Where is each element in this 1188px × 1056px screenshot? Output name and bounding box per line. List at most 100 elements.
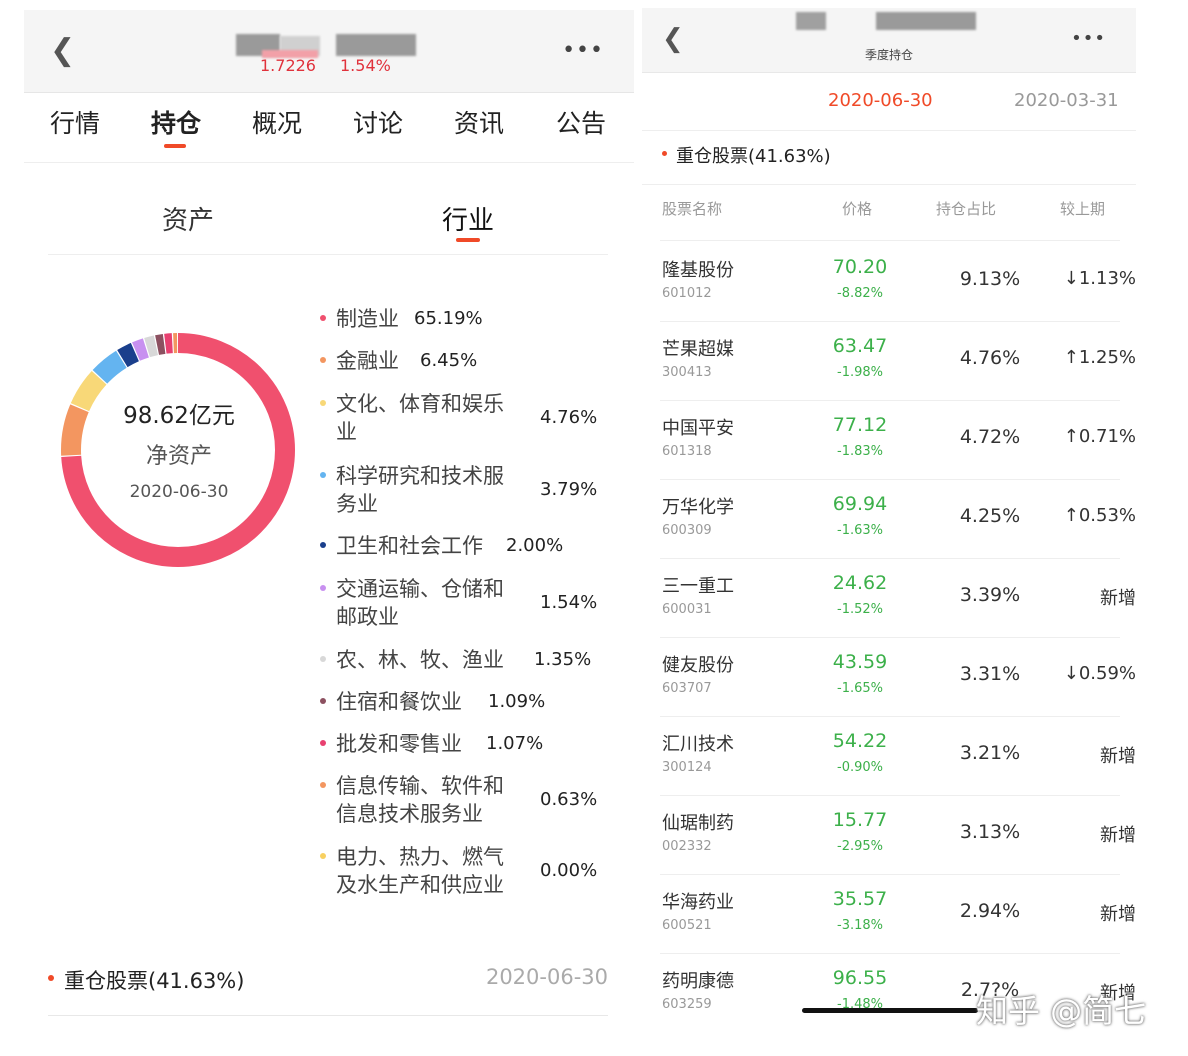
legend-item: 农、林、牧、渔业 1.35% [320, 646, 610, 676]
stock-name: 华海药业 [662, 892, 734, 913]
legend-percentage: 1.07% [486, 733, 544, 754]
fund-nav-value: 1.7226 [260, 56, 316, 75]
table-row[interactable]: 隆基股份 601012 70.20 -8.82% 9.13% ↓1.13% [660, 242, 1136, 322]
holding-ratio: 3.13% [959, 821, 1021, 843]
stock-price: 70.20 [832, 256, 888, 278]
heavy-stocks-header[interactable]: 重仓股票(41.63%) 2020-06-30 [48, 965, 608, 1016]
stock-change: -3.18% [837, 918, 883, 933]
table-row[interactable]: 芒果超媒 300413 63.47 -1.98% 4.76% ↑1.25% [660, 321, 1136, 401]
change-vs-previous: ↑0.53% [1063, 505, 1136, 526]
home-indicator [802, 1008, 978, 1013]
stock-price: 24.62 [832, 572, 888, 594]
column-vs-previous[interactable]: 较上期 [1060, 198, 1105, 219]
table-row[interactable]: 仙琚制药 002332 15.77 -2.95% 3.13% 新增 [660, 795, 1136, 875]
legend-item: 科学研究和技术服 务业 3.79% [320, 462, 610, 520]
legend-color-dot [320, 782, 326, 788]
legend-industry-name: 批发和零售业 [336, 732, 462, 756]
legend-percentage: 4.76% [540, 407, 598, 428]
tab-market[interactable]: 行情 [50, 104, 100, 140]
stock-code: 300124 [662, 760, 712, 775]
column-holding-ratio[interactable]: 持仓占比 [936, 198, 996, 219]
holding-ratio: 2.94% [959, 900, 1021, 922]
change-vs-previous: ↑0.71% [1063, 426, 1136, 447]
watermark: 知乎 @简七 [976, 992, 1147, 1030]
stock-name: 万华化学 [662, 497, 734, 518]
fund-industry-panel: ❮ 1.7226 1.54% ••• 行情 持仓 概况 讨论 资讯 公告 资产 … [24, 10, 634, 1050]
date-tab-active[interactable]: 2020-06-30 [828, 90, 933, 111]
legend-industry-name: 农、林、牧、渔业 [336, 648, 504, 672]
holding-ratio: 4.25% [959, 505, 1021, 527]
column-price[interactable]: 价格 [842, 198, 872, 219]
tab-announcements[interactable]: 公告 [556, 104, 606, 140]
stock-name: 健友股份 [662, 655, 734, 676]
legend-percentage: 1.09% [488, 691, 546, 712]
change-vs-previous: ↑1.25% [1063, 347, 1136, 368]
heavy-stocks-date: 2020-06-30 [485, 965, 608, 989]
change-vs-previous: 新增 [1100, 825, 1136, 846]
net-asset-label: 净资产 [145, 444, 212, 469]
legend-color-dot [320, 698, 326, 704]
back-chevron-icon[interactable]: ❮ [50, 36, 75, 66]
legend-name-line: 及水生产和供应业 [336, 873, 504, 897]
stock-price: 54.22 [832, 730, 888, 752]
legend-industry-name: 住宿和餐饮业 [336, 690, 462, 714]
legend-name-line: 信息技术服务业 [336, 802, 483, 826]
table-row[interactable]: 三一重工 600031 24.62 -1.52% 3.39% 新增 [660, 558, 1136, 638]
column-stock-name[interactable]: 股票名称 [662, 198, 722, 219]
tab-news[interactable]: 资讯 [454, 104, 504, 140]
blurred-fund-name [796, 12, 826, 30]
legend-name-line: 文化、体育和娱乐 [336, 392, 504, 416]
stock-code: 600521 [662, 918, 712, 933]
stock-code: 600309 [662, 523, 712, 538]
stock-name: 药明康德 [662, 971, 734, 992]
table-row[interactable]: 中国平安 601318 77.12 -1.83% 4.72% ↑0.71% [660, 400, 1136, 480]
subtab-assets[interactable]: 资产 [162, 200, 214, 237]
holding-ratio: 3.21% [959, 742, 1021, 764]
legend-percentage: 2.00% [506, 535, 564, 556]
legend-color-dot [320, 656, 326, 662]
legend-item: 制造业 65.19% [320, 305, 610, 335]
stock-price: 69.94 [832, 493, 888, 515]
more-options-icon[interactable]: ••• [562, 38, 604, 63]
legend-item: 批发和零售业 1.07% [320, 730, 610, 760]
tab-discussion[interactable]: 讨论 [353, 104, 403, 140]
legend-item: 交通运输、仓储和 邮政业 1.54% [320, 575, 610, 633]
legend-industry-name: 交通运输、仓储和 邮政业 [336, 575, 504, 631]
tab-holdings[interactable]: 持仓 [151, 104, 201, 140]
legend-percentage: 0.00% [540, 860, 598, 881]
legend-color-dot [320, 315, 326, 321]
stock-name: 三一重工 [662, 576, 734, 597]
legend-percentage: 0.63% [540, 789, 598, 810]
active-subtab-indicator [456, 238, 480, 242]
legend-item: 文化、体育和娱乐业 4.76% [320, 390, 610, 448]
stock-code: 601318 [662, 444, 712, 459]
legend-item: 信息传输、软件和 信息技术服务业 0.63% [320, 772, 610, 830]
date-tab-previous[interactable]: 2020-03-31 [1014, 90, 1119, 111]
more-options-icon[interactable]: ••• [1071, 28, 1106, 49]
legend-industry-name: 电力、热力、燃气 及水生产和供应业 [336, 843, 504, 899]
holding-ratio: 4.76% [959, 347, 1021, 369]
stock-code: 002332 [662, 839, 712, 854]
legend-item: 电力、热力、燃气 及水生产和供应业 0.00% [320, 843, 610, 901]
table-row[interactable]: 万华化学 600309 69.94 -1.63% 4.25% ↑0.53% [660, 479, 1136, 559]
legend-name-line: 邮政业 [336, 605, 399, 629]
stock-price: 77.12 [832, 414, 888, 436]
legend-item: 卫生和社会工作 2.00% [320, 532, 610, 562]
subtab-industry[interactable]: 行业 [442, 200, 494, 237]
section-dot [48, 975, 54, 981]
stock-change: -1.52% [837, 602, 883, 617]
section-title: 重仓股票(41.63%) [676, 146, 831, 167]
stock-change: -2.95% [837, 839, 883, 854]
table-row[interactable]: 汇川技术 300124 54.22 -0.90% 3.21% 新增 [660, 716, 1136, 796]
tab-overview[interactable]: 概况 [252, 104, 302, 140]
stock-change: -1.83% [837, 444, 883, 459]
stock-price: 63.47 [832, 335, 888, 357]
legend-percentage: 3.79% [540, 479, 598, 500]
legend-name-line: 交通运输、仓储和 [336, 577, 504, 601]
table-row[interactable]: 华海药业 600521 35.57 -3.18% 2.94% 新增 [660, 874, 1136, 954]
holding-ratio: 9.13% [959, 268, 1021, 290]
section-dot [662, 151, 667, 156]
nav-bar: ❮ 季度持仓 ••• [642, 8, 1136, 73]
stock-price: 15.77 [832, 809, 888, 831]
table-row[interactable]: 健友股份 603707 43.59 -1.65% 3.31% ↓0.59% [660, 637, 1136, 717]
